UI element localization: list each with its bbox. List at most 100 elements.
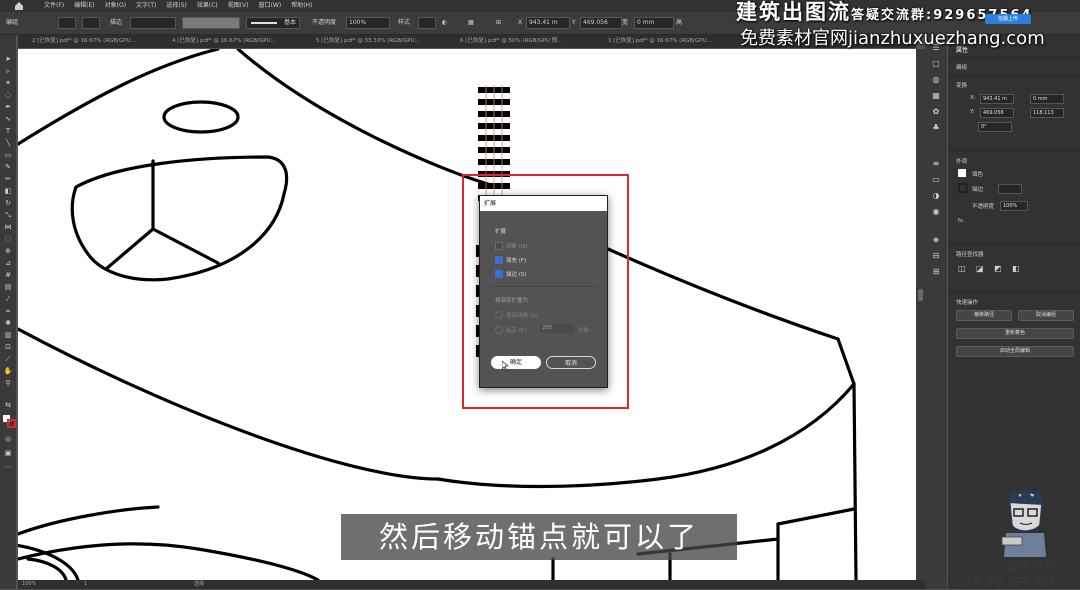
brush-definition[interactable]: 基本 [246,17,300,29]
fill-swatch[interactable] [58,17,76,29]
gradient-panel-icon[interactable]: ▭ [931,175,941,185]
swap-fill-stroke-icon[interactable]: ⇆ [3,401,13,409]
angle-field[interactable]: 0° [978,122,1012,132]
tab-doc-2[interactable]: 2 [已恢复].pdf* @ 16.67% (RGB/GPU... [32,35,136,48]
artboard-tool-icon[interactable]: ⊡ [3,343,13,351]
layers-icon[interactable]: ◈ [931,235,941,245]
hand-tool-icon[interactable]: ✋ [3,367,13,375]
gradient-mesh-radio[interactable] [495,311,503,319]
fill-checkbox[interactable] [495,256,503,264]
color-panel-icon[interactable]: ◍ [931,75,941,85]
pathfinder-intersect-icon[interactable]: ◩ [994,264,1002,273]
draw-mode-icon[interactable]: ◎ [3,435,13,443]
zoom-level[interactable]: 100% [22,580,36,589]
edit-toolbar-icon[interactable]: ⋯ [3,463,13,471]
fx-button[interactable]: fx. [958,218,965,224]
specify-value-field[interactable]: 255 [540,324,574,333]
stroke-weight-field[interactable] [998,184,1022,194]
home-icon[interactable] [14,1,24,11]
brushes-icon[interactable]: ✿ [931,107,941,117]
pen-tool-icon[interactable]: ✒ [3,103,13,111]
eyedropper-tool-icon[interactable]: ⁄ [3,295,13,303]
y-field[interactable]: 469.056 [580,17,622,29]
x-field[interactable]: 943.41 m [980,94,1014,104]
specify-radio[interactable] [495,326,503,334]
line-tool-icon[interactable]: ╲ [3,139,13,147]
swatches-icon[interactable]: ▦ [931,91,941,101]
stroke-swatch[interactable] [82,17,100,29]
upload-button[interactable]: 拍摄上传 [985,14,1031,24]
style-swatch[interactable] [418,17,436,29]
w-field[interactable]: 0 mm [1030,94,1064,104]
tab-doc-4[interactable]: 4 [已恢复].pdf* @ 16.67% (RGB/GPU... [172,35,276,48]
pencil-tool-icon[interactable]: ✏ [3,175,13,183]
gradient-tool-icon[interactable]: ▤ [3,283,13,291]
menu-window[interactable]: 窗口(W) [259,0,282,12]
zoom-tool-icon[interactable]: ⚲ [3,379,13,387]
pathfinder-exclude-icon[interactable]: ◧ [1012,264,1020,273]
cancel-button[interactable]: 取消 [546,356,596,369]
opacity-field[interactable]: 100% [346,17,390,29]
offset-path-button[interactable]: 偏移路径 [956,310,1012,321]
eraser-tool-icon[interactable]: ◧ [3,187,13,195]
pathfinder-minus-front-icon[interactable]: ◪ [976,264,984,273]
artboard-number[interactable]: 1 [84,580,87,589]
free-transform-tool-icon[interactable]: ⬚ [3,235,13,243]
recolor-button[interactable]: 重新着色 [956,328,1074,339]
transform-icon[interactable]: ⊞ [496,18,501,28]
paintbrush-tool-icon[interactable]: ✎ [3,163,13,171]
tab-doc-5[interactable]: 5 [已恢复].pdf* @ 33.33% (RGB/GPU... [316,35,420,48]
menu-help[interactable]: 帮助(H) [291,0,312,12]
x-field[interactable]: 943.41 m [526,17,570,29]
menu-file[interactable]: 文件(F) [44,0,64,12]
variable-width-profile[interactable] [182,17,240,29]
scrollbar-thumb[interactable] [918,289,923,301]
symbols-icon[interactable]: ♣ [931,123,941,133]
direct-selection-tool-icon[interactable]: ▹ [3,67,13,75]
width-tool-icon[interactable]: ⋈ [3,223,13,231]
stroke-color-icon[interactable] [7,419,16,428]
menu-object[interactable]: 对象(O) [105,0,126,12]
perspective-grid-tool-icon[interactable]: ⊿ [3,259,13,267]
menu-edit[interactable]: 编辑(E) [74,0,94,12]
menu-select[interactable]: 选择(S) [166,0,187,12]
slice-tool-icon[interactable]: ⟋ [3,355,13,363]
tab-doc-6[interactable]: 6 [已恢复].pdf* @ 50% (RGB/GPU 预... [460,35,562,48]
type-tool-icon[interactable]: T [3,127,13,135]
symbol-sprayer-tool-icon[interactable]: ✺ [3,319,13,327]
magic-wand-tool-icon[interactable]: ✶ [3,79,13,87]
w-field[interactable]: 0 mm [634,17,674,29]
stroke-checkbox[interactable] [495,270,503,278]
libraries-icon[interactable]: ▢ [931,59,941,69]
h-field[interactable]: 118.113 [1030,108,1064,118]
rotate-tool-icon[interactable]: ↻ [3,199,13,207]
lasso-tool-icon[interactable]: ◌ [3,91,13,99]
rectangle-tool-icon[interactable]: ▭ [3,151,13,159]
object-checkbox[interactable] [495,242,503,250]
mesh-tool-icon[interactable]: # [3,271,13,279]
menu-type[interactable]: 文字(T) [136,0,156,12]
tab-doc-1[interactable]: 1 [已恢复].pdf* @ 16.67% (RGB/GPU... [608,35,712,48]
stroke-swatch[interactable] [958,183,968,193]
transparency-icon[interactable]: ◑ [931,191,941,201]
ok-button[interactable]: 确定 [491,356,541,369]
recolor-icon[interactable]: ◐ [442,18,447,28]
blend-tool-icon[interactable]: ∞ [3,307,13,315]
artboards-icon[interactable]: ⊟ [931,251,941,261]
pathfinder-unite-icon[interactable]: ◫ [958,264,966,273]
column-graph-tool-icon[interactable]: ▥ [3,331,13,339]
ungroup-button[interactable]: 取消编组 [1018,310,1074,321]
global-edit-button[interactable]: 启动全局编辑 [956,346,1074,357]
align-icon[interactable]: ▦ [468,18,474,28]
opacity-field[interactable]: 100% [1000,201,1028,211]
stroke-weight-field[interactable] [130,17,176,29]
menu-view[interactable]: 视图(V) [228,0,249,12]
menu-effect[interactable]: 效果(C) [197,0,218,12]
curvature-tool-icon[interactable]: ∿ [3,115,13,123]
scale-tool-icon[interactable]: ⤡ [3,211,13,219]
assets-icon[interactable]: ⊞ [931,267,941,277]
selection-tool-icon[interactable]: ➤ [3,55,13,63]
fill-swatch[interactable] [958,169,966,177]
shape-builder-tool-icon[interactable]: ⊕ [3,247,13,255]
screen-mode-icon[interactable]: ▣ [3,449,13,457]
